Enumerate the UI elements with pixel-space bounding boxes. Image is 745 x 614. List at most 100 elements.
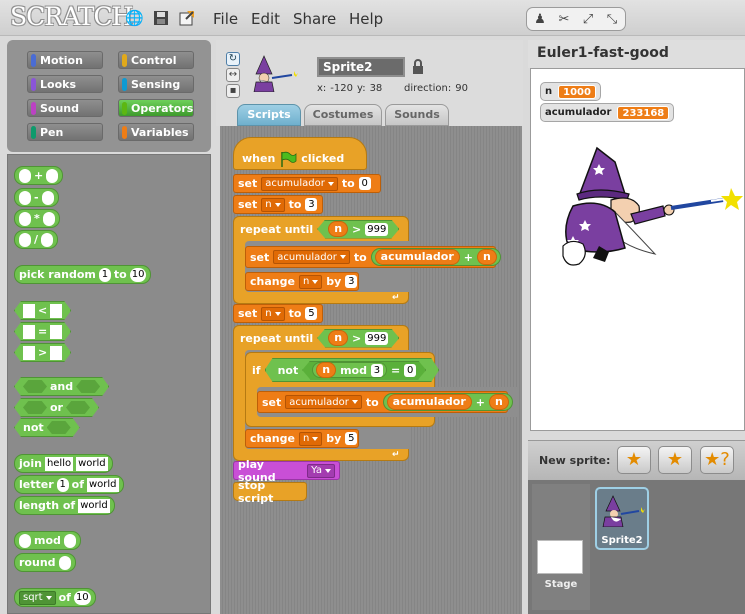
boolean-slot[interactable]: [76, 380, 100, 393]
variable-dropdown[interactable]: n: [298, 274, 323, 289]
sprite-name-field[interactable]: Sprite2: [317, 57, 405, 77]
value-input[interactable]: 999: [365, 223, 388, 236]
stage[interactable]: n 1000 acumulador 233168: [530, 68, 745, 431]
slot[interactable]: world: [78, 498, 110, 513]
slot[interactable]: [41, 232, 54, 247]
category-sound[interactable]: Sound: [27, 99, 103, 117]
lock-icon[interactable]: [412, 59, 424, 74]
category-control[interactable]: Control: [118, 51, 194, 69]
multiply-block[interactable]: *: [14, 209, 60, 228]
set-variable-block[interactable]: set acumulador to 0: [233, 174, 381, 193]
equals-condition[interactable]: n mod 3 = 0: [302, 361, 426, 380]
delete-scissors-icon[interactable]: ✂: [553, 11, 575, 28]
sound-dropdown[interactable]: Ya: [307, 463, 335, 478]
greater-than-condition[interactable]: n > 999: [317, 220, 399, 239]
variable-reporter[interactable]: n: [488, 394, 509, 410]
variable-reporter[interactable]: acumulador: [386, 394, 472, 410]
paint-new-sprite-button[interactable]: ★: [617, 446, 651, 474]
greater-than-block[interactable]: >: [14, 343, 71, 362]
category-variables[interactable]: Variables: [118, 123, 194, 141]
slot[interactable]: [42, 211, 55, 226]
set-variable-block[interactable]: set acumulador to acumulador + n: [257, 391, 513, 413]
slot[interactable]: 1: [56, 477, 69, 492]
shrink-icon[interactable]: ⤡: [601, 11, 623, 28]
globe-icon[interactable]: 🌐: [125, 9, 144, 27]
slot[interactable]: [58, 555, 71, 570]
variable-reporter[interactable]: n: [316, 362, 336, 378]
left-right-flip-icon[interactable]: ↔: [226, 68, 240, 82]
value-input[interactable]: 3: [345, 275, 358, 288]
value-input[interactable]: 999: [365, 332, 388, 345]
round-block[interactable]: round: [14, 553, 76, 572]
value-input[interactable]: 5: [305, 307, 318, 320]
slot[interactable]: [50, 346, 62, 360]
grow-icon[interactable]: ⤢: [577, 11, 599, 28]
tab-sounds[interactable]: Sounds: [385, 104, 449, 126]
choose-sprite-from-file-button[interactable]: ★: [658, 446, 692, 474]
subtract-block[interactable]: -: [14, 188, 59, 207]
variable-watcher-acumulador[interactable]: acumulador 233168: [540, 103, 675, 122]
stop-script-block[interactable]: stop script: [233, 479, 307, 505]
value-input[interactable]: 3: [371, 364, 383, 377]
change-variable-block[interactable]: change n by 3: [245, 272, 359, 291]
sprite-thumbnail-sprite2[interactable]: Sprite2: [595, 487, 649, 550]
variable-reporter[interactable]: n: [328, 330, 348, 346]
category-operators[interactable]: Operators: [118, 99, 194, 117]
category-looks[interactable]: Looks: [27, 75, 103, 93]
when-flag-clicked-block[interactable]: when clicked: [233, 137, 367, 170]
join-block[interactable]: join hello world: [14, 454, 113, 473]
set-variable-block[interactable]: set acumulador to acumulador + n: [245, 246, 501, 268]
boolean-slot[interactable]: [23, 380, 47, 393]
and-block[interactable]: and: [14, 377, 109, 396]
play-sound-block[interactable]: play sound Ya: [233, 458, 340, 484]
value-input[interactable]: 3: [305, 198, 318, 211]
function-dropdown[interactable]: sqrt: [19, 590, 56, 605]
value-input[interactable]: 0: [404, 364, 416, 377]
slot[interactable]: world: [76, 456, 108, 471]
variable-watcher-n[interactable]: n 1000: [540, 82, 601, 101]
duplicate-icon[interactable]: ♟: [529, 11, 551, 28]
variable-dropdown[interactable]: acumulador: [273, 250, 350, 264]
menu-file[interactable]: File: [213, 10, 238, 28]
boolean-slot[interactable]: [47, 421, 71, 434]
slot[interactable]: [23, 346, 35, 360]
slot[interactable]: hello: [44, 456, 74, 471]
stage-thumbnail[interactable]: Stage: [532, 484, 590, 610]
variable-dropdown[interactable]: n: [298, 431, 323, 446]
not-block[interactable]: not: [14, 418, 80, 437]
category-pen[interactable]: Pen: [27, 123, 103, 141]
slot[interactable]: [46, 168, 59, 183]
save-icon[interactable]: [152, 9, 170, 27]
category-sensing[interactable]: Sensing: [118, 75, 194, 93]
variable-reporter[interactable]: n: [328, 221, 348, 237]
mod-block[interactable]: mod: [14, 531, 81, 550]
slot[interactable]: 1: [98, 267, 111, 282]
variable-dropdown[interactable]: n: [261, 306, 285, 321]
rotate-all-around-icon[interactable]: ↻: [226, 52, 240, 66]
slot[interactable]: 10: [73, 590, 91, 605]
sqrt-block[interactable]: sqrt of 10: [14, 588, 96, 607]
variable-dropdown[interactable]: n: [261, 197, 285, 212]
slot[interactable]: [19, 168, 31, 183]
mod-reporter[interactable]: n mod 3: [312, 362, 387, 378]
slot[interactable]: [19, 211, 31, 226]
surprise-sprite-button[interactable]: ★?: [700, 446, 734, 474]
slot[interactable]: [23, 304, 35, 318]
value-input[interactable]: 0: [358, 177, 371, 190]
add-block[interactable]: +: [14, 166, 64, 185]
pick-random-block[interactable]: pick random 1 to 10: [14, 265, 152, 284]
slot[interactable]: [50, 304, 62, 318]
slot[interactable]: [19, 190, 31, 205]
change-variable-block[interactable]: change n by 5: [245, 429, 359, 448]
menu-help[interactable]: Help: [349, 10, 383, 28]
less-than-block[interactable]: <: [14, 301, 71, 320]
set-variable-block[interactable]: set n to 3: [233, 195, 323, 214]
wizard-sprite[interactable]: [559, 144, 743, 272]
menu-share[interactable]: Share: [293, 10, 336, 28]
length-of-block[interactable]: length of world: [14, 496, 115, 515]
equals-block[interactable]: =: [14, 322, 71, 341]
slot[interactable]: [19, 232, 31, 247]
no-rotate-icon[interactable]: ▪: [226, 84, 240, 98]
value-input[interactable]: 5: [345, 432, 358, 445]
variable-reporter[interactable]: n: [476, 249, 497, 265]
